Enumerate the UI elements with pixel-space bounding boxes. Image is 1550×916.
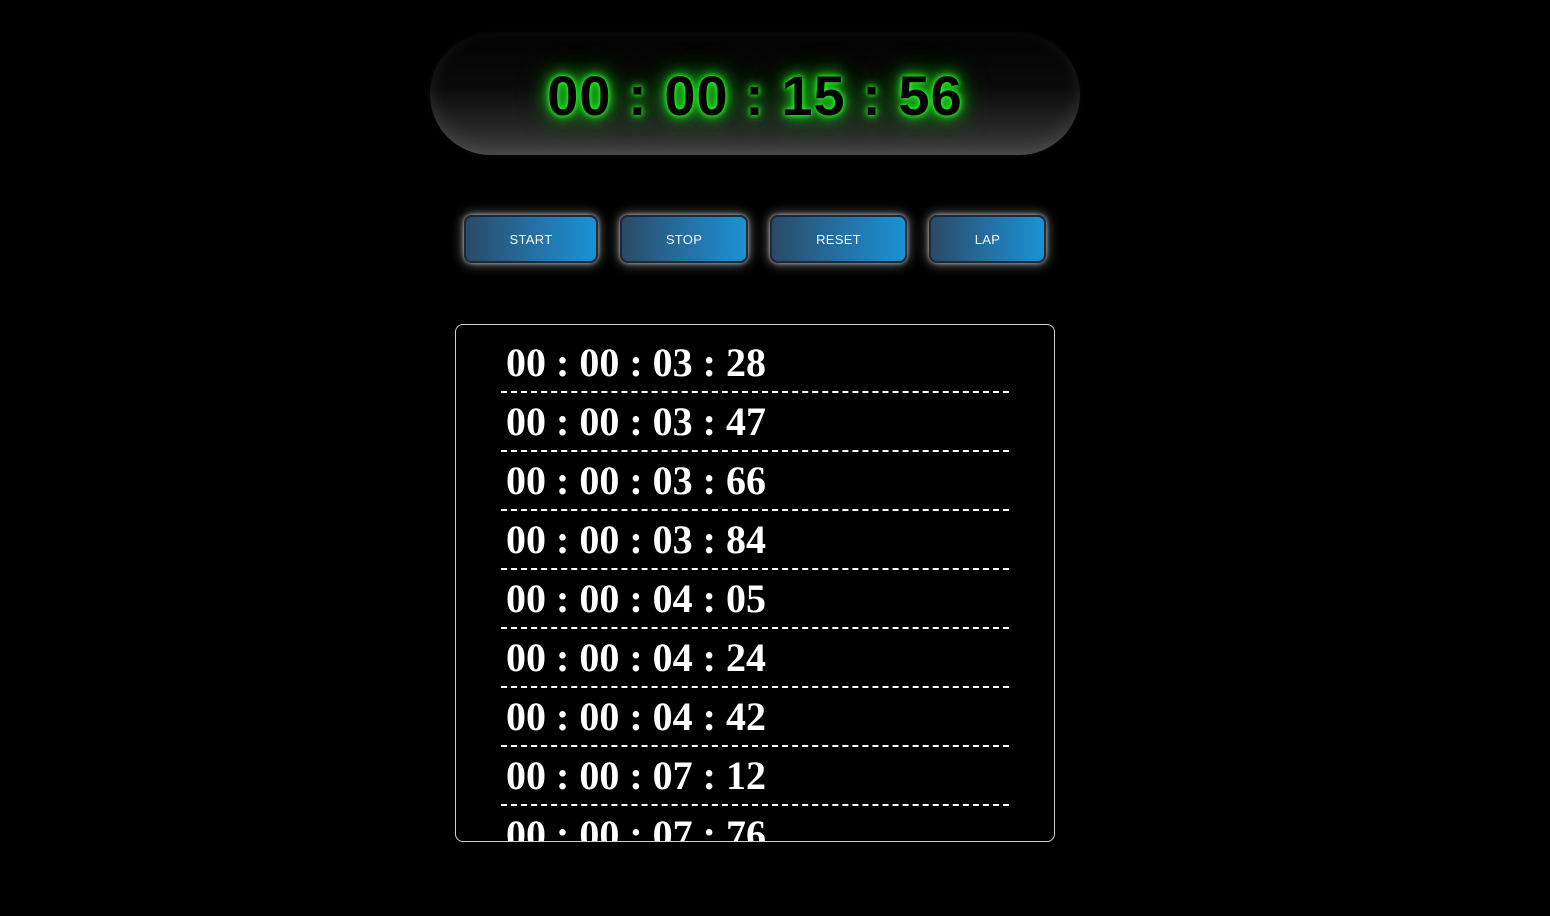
lap-item: 00 : 00 : 03 : 47 [501,394,1009,452]
lap-time: 00 : 00 : 07 : 12 [506,753,766,798]
lap-time: 00 : 00 : 03 : 47 [506,399,766,444]
lap-time: 00 : 00 : 04 : 24 [506,635,766,680]
elapsed-time: 00 : 00 : 15 : 56 [547,64,963,127]
laps-list: 00 : 00 : 03 : 28 00 : 00 : 03 : 47 00 :… [501,335,1009,842]
lap-item: 00 : 00 : 03 : 84 [501,512,1009,570]
lap-item: 00 : 00 : 04 : 24 [501,630,1009,688]
time-display: 00 : 00 : 15 : 56 [430,34,1080,155]
lap-time: 00 : 00 : 03 : 66 [506,458,766,503]
lap-time: 00 : 00 : 07 : 76 [506,812,766,842]
lap-item: 00 : 00 : 04 : 05 [501,571,1009,629]
stopwatch-page: 00 : 00 : 15 : 56 START STOP RESET LAP 0… [0,0,1550,916]
lap-item: 00 : 00 : 03 : 66 [501,453,1009,511]
lap-item: 00 : 00 : 04 : 42 [501,689,1009,747]
lap-time: 00 : 00 : 04 : 05 [506,576,766,621]
start-button[interactable]: START [464,215,598,263]
lap-button[interactable]: LAP [929,215,1046,263]
lap-time: 00 : 00 : 03 : 28 [506,340,766,385]
lap-item: 00 : 00 : 03 : 28 [501,335,1009,393]
lap-item: 00 : 00 : 07 : 76 [501,807,1009,842]
lap-time: 00 : 00 : 04 : 42 [506,694,766,739]
lap-item: 00 : 00 : 07 : 12 [501,748,1009,806]
lap-time: 00 : 00 : 03 : 84 [506,517,766,562]
stop-button[interactable]: STOP [620,215,748,263]
reset-button[interactable]: RESET [770,215,907,263]
laps-panel[interactable]: 00 : 00 : 03 : 28 00 : 00 : 03 : 47 00 :… [455,324,1055,842]
